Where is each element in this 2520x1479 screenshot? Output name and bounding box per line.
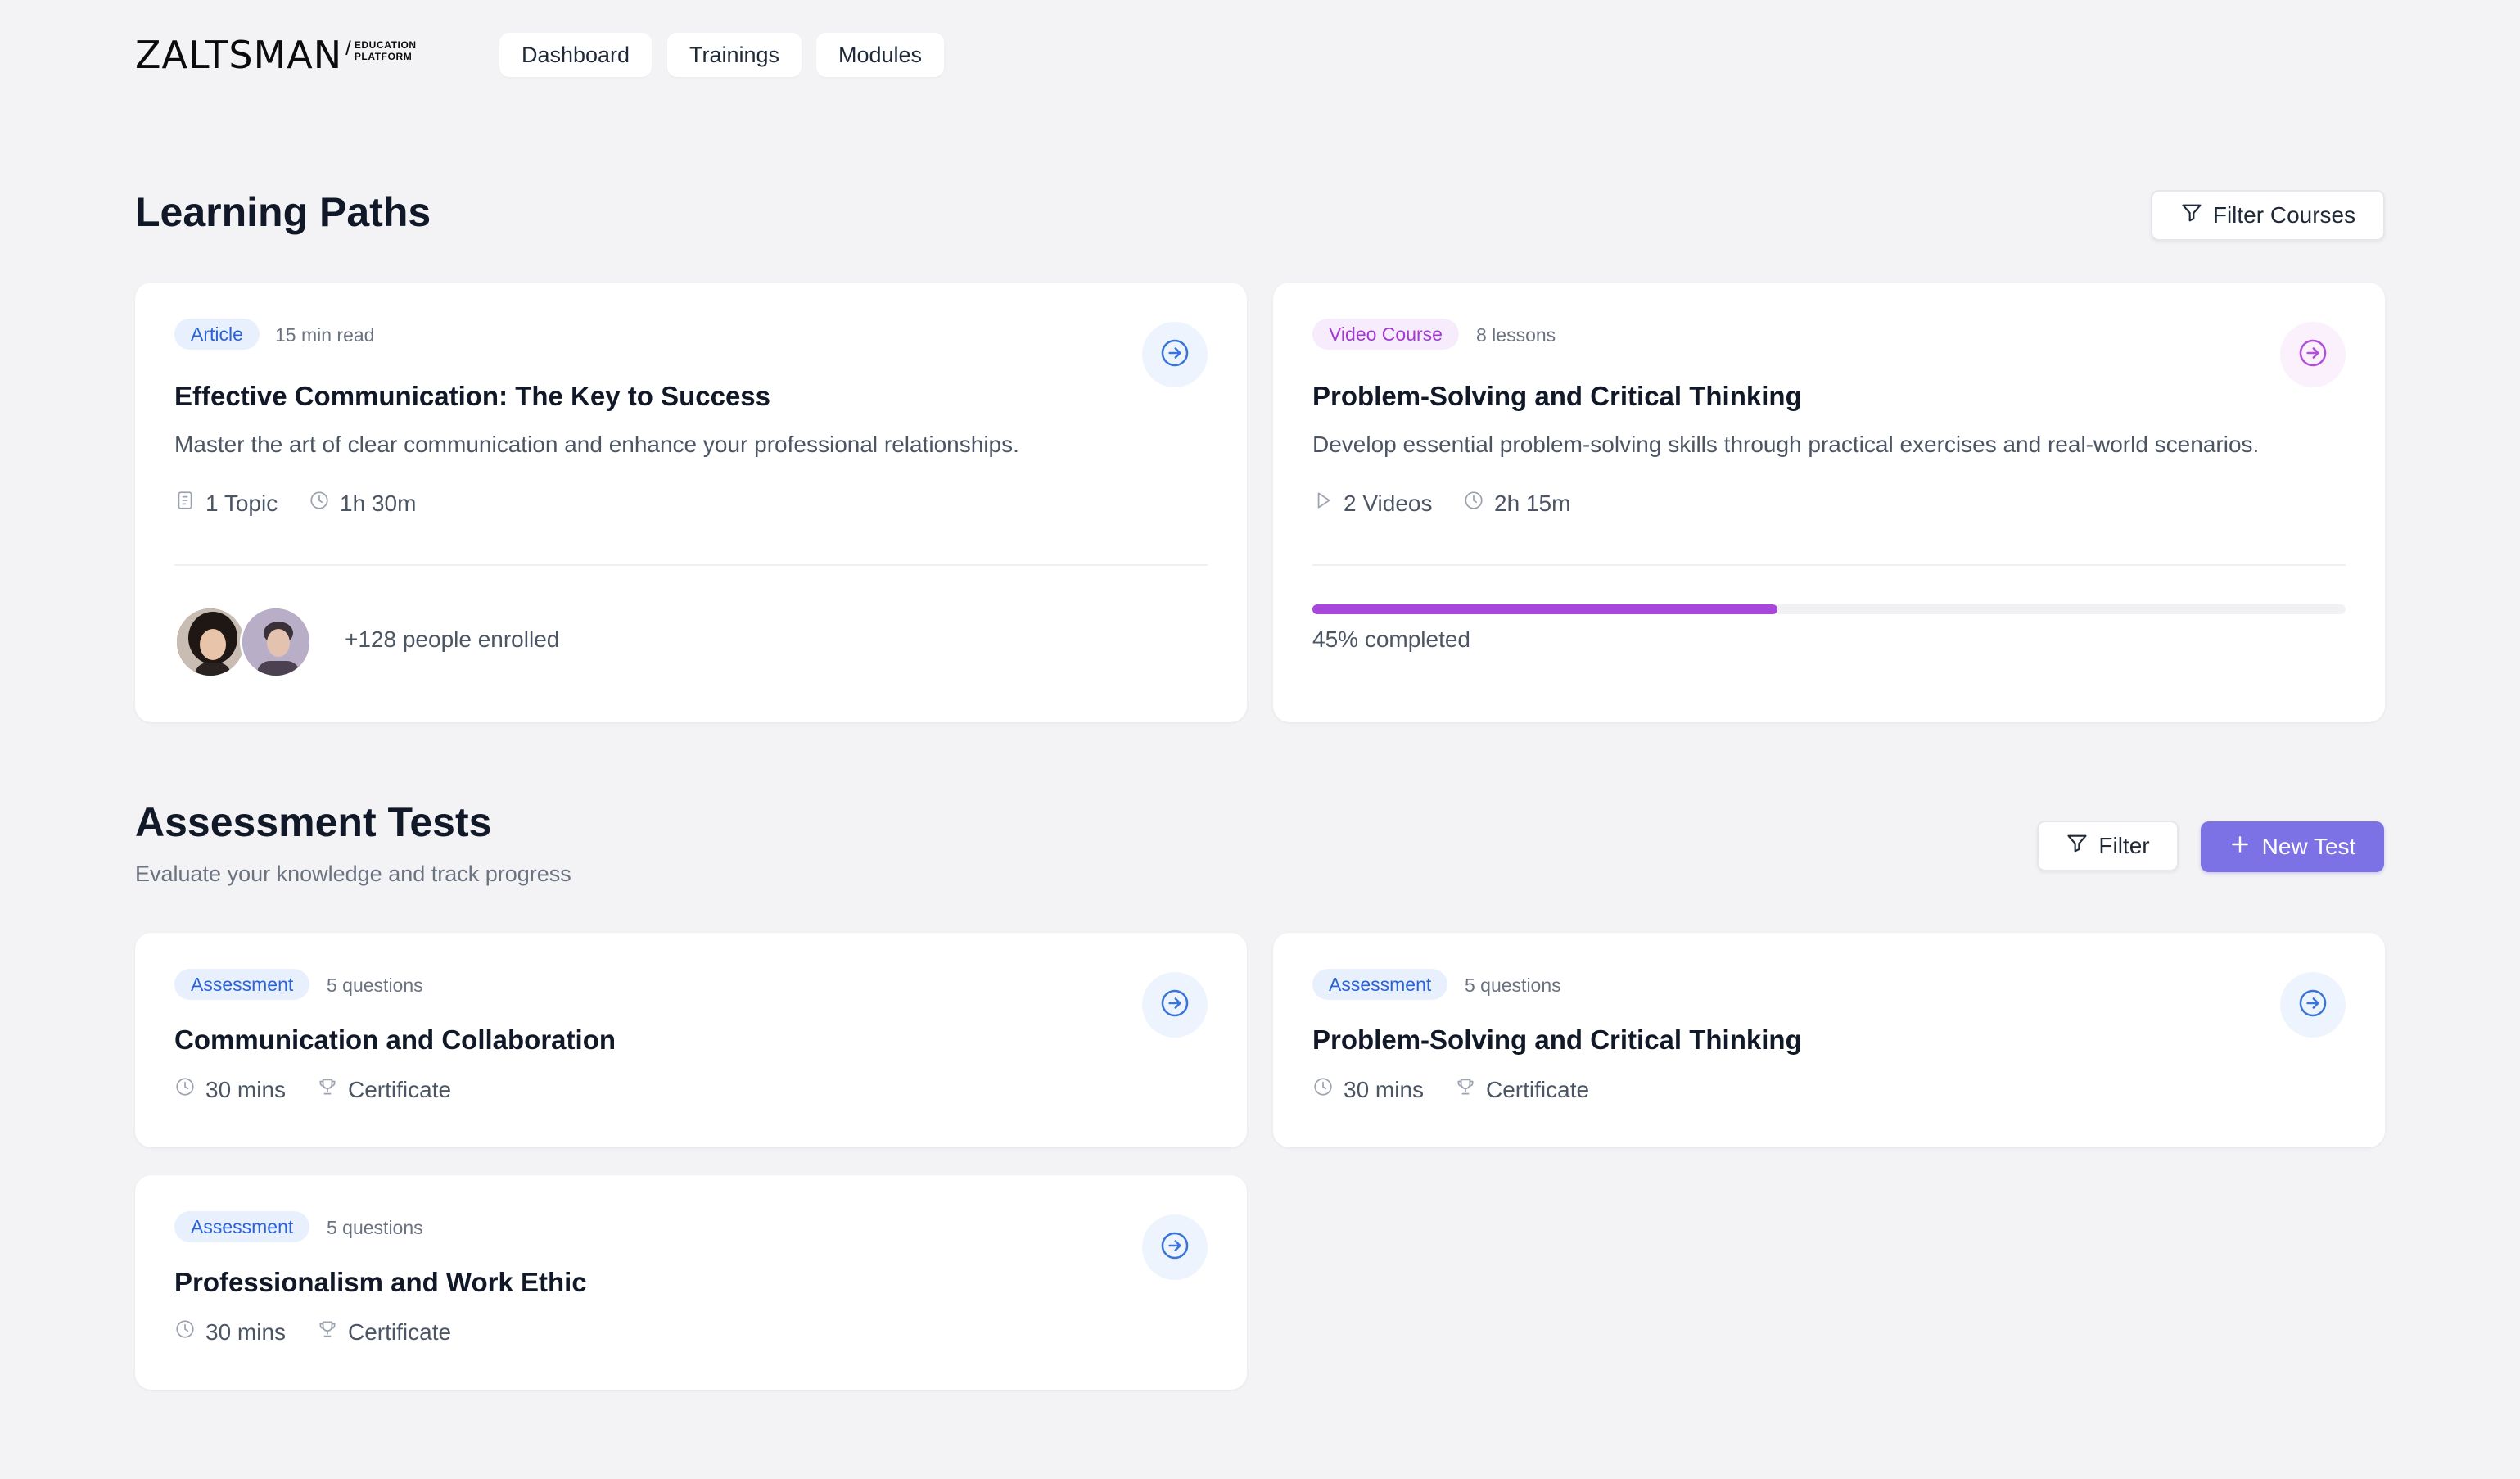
question-count: 5 questions (327, 1217, 423, 1238)
arrow-right-circle-icon (1159, 1230, 1190, 1265)
videos-count: 2 Videos (1344, 490, 1433, 516)
card-divider (1312, 564, 2346, 566)
read-time: 15 min read (275, 324, 375, 346)
open-course-button[interactable] (2280, 322, 2346, 387)
filter-label: Filter (2098, 833, 2150, 858)
arrow-right-circle-icon (2297, 337, 2328, 373)
course-title: Problem-Solving and Critical Thinking (1312, 381, 1802, 411)
duration-stat: 30 mins (1312, 1076, 1424, 1103)
logo-subtitle: EDUCATION PLATFORM (354, 39, 417, 62)
plus-icon (2229, 834, 2251, 861)
assessment-tests-subtitle: Evaluate your knowledge and track progre… (135, 862, 571, 886)
open-course-button[interactable] (1142, 322, 1208, 387)
avatar (240, 606, 312, 678)
reward-stat: Certificate (317, 1076, 451, 1103)
duration-stat: 1h 30m (309, 490, 416, 517)
trophy-icon (317, 1076, 338, 1103)
course-description: Develop essential problem-solving skills… (1312, 432, 2260, 457)
assessment-badge: Assessment (174, 969, 310, 1000)
duration-stat: 2h 15m (1463, 490, 1570, 517)
logo-text: ZALTSMAN (135, 33, 343, 77)
filter-courses-label: Filter Courses (2212, 202, 2356, 228)
clock-icon (309, 490, 330, 517)
topics-count: 1 Topic (205, 490, 278, 516)
avatar (174, 606, 246, 678)
reward-value: Certificate (1486, 1076, 1590, 1102)
nav-trainings[interactable]: Trainings (667, 33, 802, 77)
assessment-card-communication[interactable]: Assessment 5 questions Communication and… (135, 933, 1247, 1147)
start-assessment-button[interactable] (1142, 1214, 1208, 1280)
assessment-title: Communication and Collaboration (174, 1024, 616, 1055)
progress-label: 45% completed (1312, 626, 1471, 652)
reward-stat: Certificate (1455, 1076, 1589, 1103)
new-test-button[interactable]: New Test (2201, 821, 2384, 872)
reward-stat: Certificate (317, 1318, 451, 1346)
clock-icon (174, 1076, 196, 1103)
duration-value: 30 mins (205, 1076, 287, 1102)
assessment-title: Professionalism and Work Ethic (174, 1267, 587, 1297)
duration-value: 2h 15m (1494, 490, 1571, 516)
document-icon (174, 490, 196, 517)
assessment-badge: Assessment (174, 1211, 310, 1242)
duration-value: 30 mins (1344, 1076, 1425, 1102)
brand-logo[interactable]: ZALTSMAN / EDUCATION PLATFORM (135, 36, 417, 74)
nav-dashboard[interactable]: Dashboard (499, 33, 652, 77)
course-card-communication[interactable]: Article 15 min read Effective Communicat… (135, 283, 1247, 722)
reward-value: Certificate (348, 1318, 452, 1345)
course-title: Effective Communication: The Key to Succ… (174, 381, 771, 411)
question-count: 5 questions (327, 975, 423, 996)
nav-modules[interactable]: Modules (816, 33, 944, 77)
assessment-card-professionalism[interactable]: Assessment 5 questions Professionalism a… (135, 1175, 1247, 1390)
enrolled-count: +128 people enrolled (345, 626, 560, 652)
assessment-tests-title: Assessment Tests (135, 799, 492, 845)
arrow-right-circle-icon (2297, 988, 2328, 1023)
start-assessment-button[interactable] (2280, 972, 2346, 1038)
clock-icon (1312, 1076, 1334, 1103)
course-type-badge: Article (174, 319, 260, 350)
question-count: 5 questions (1465, 975, 1561, 996)
progress-bar (1312, 604, 2346, 614)
trophy-icon (1455, 1076, 1476, 1103)
trophy-icon (317, 1318, 338, 1346)
course-card-problem-solving[interactable]: Video Course 8 lessons Problem-Solving a… (1273, 283, 2385, 722)
learning-paths-title: Learning Paths (135, 189, 431, 235)
duration-value: 1h 30m (340, 490, 417, 516)
arrow-right-circle-icon (1159, 988, 1190, 1023)
start-assessment-button[interactable] (1142, 972, 1208, 1038)
lesson-count: 8 lessons (1476, 324, 1556, 346)
assessment-card-problem-solving[interactable]: Assessment 5 questions Problem-Solving a… (1273, 933, 2385, 1147)
videos-stat: 2 Videos (1312, 490, 1432, 517)
logo-sub-line-1: EDUCATION (354, 39, 417, 51)
course-description: Master the art of clear communication an… (174, 432, 1019, 457)
filter-icon (2066, 832, 2089, 861)
new-test-label: New Test (2261, 834, 2356, 859)
assessment-badge: Assessment (1312, 969, 1448, 1000)
progress-fill (1312, 604, 1777, 614)
filter-button[interactable]: Filter (2037, 821, 2179, 871)
course-type-badge: Video Course (1312, 319, 1459, 350)
arrow-right-circle-icon (1159, 337, 1190, 373)
duration-stat: 30 mins (174, 1076, 286, 1103)
reward-value: Certificate (348, 1076, 452, 1102)
topics-stat: 1 Topic (174, 490, 278, 517)
logo-sub-line-2: PLATFORM (354, 51, 413, 62)
assessment-title: Problem-Solving and Critical Thinking (1312, 1024, 1802, 1055)
duration-value: 30 mins (205, 1318, 287, 1345)
filter-icon (2180, 201, 2203, 230)
clock-icon (1463, 490, 1484, 517)
logo-slash: / (345, 38, 351, 60)
card-divider (174, 564, 1208, 566)
play-icon (1312, 490, 1334, 517)
clock-icon (174, 1318, 196, 1346)
duration-stat: 30 mins (174, 1318, 286, 1346)
filter-courses-button[interactable]: Filter Courses (2151, 190, 2385, 241)
